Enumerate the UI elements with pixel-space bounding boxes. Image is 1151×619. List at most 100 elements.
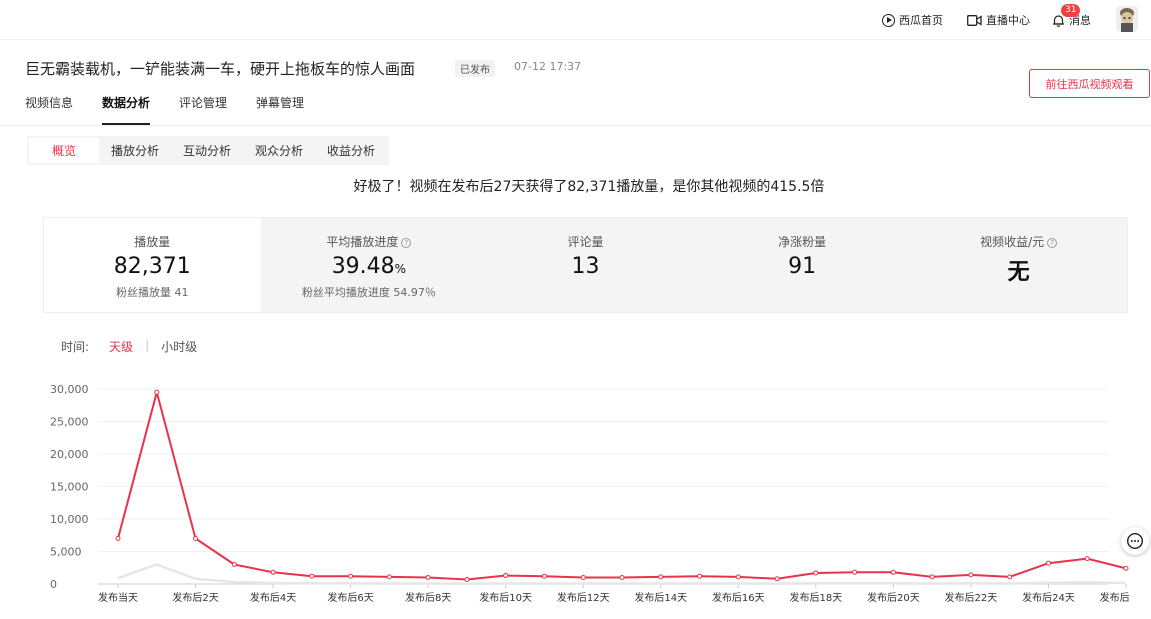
y-tick-label: 15,000 [50, 481, 89, 494]
video-title: 巨无霸装载机，一铲能装满一车，硬开上拖板车的惊人画面 [25, 60, 416, 78]
x-tick-label: 发布后14天 [634, 591, 687, 604]
metric-label: 平均播放进度? [261, 233, 478, 250]
option-hourly[interactable]: 小时级 [161, 338, 197, 355]
publish-datetime: 07-12 17:37 [514, 60, 582, 73]
performance-headline: 好极了！视频在发布后27天获得了82,371播放量，是你其他视频的415.5倍 [353, 179, 825, 195]
metric-label: 净涨粉量 [778, 235, 827, 249]
x-tick-label: 发布后8天 [405, 591, 451, 604]
daily-plays-line-chart: 30,000 25,000 20,000 15,000 10,000 5,000 0 发布当天… [50, 383, 1130, 604]
avatar[interactable] [1116, 6, 1138, 32]
help-icon[interactable]: ? [1047, 238, 1058, 248]
analysis-subtabs: 概览 播放分析 互动分析 观众分析 收益分析 [27, 136, 390, 165]
y-tick-label: 20,000 [50, 448, 89, 461]
metric-unit: % [394, 262, 407, 276]
data-point [735, 574, 741, 580]
subtab-interaction-analysis[interactable]: 互动分析 [171, 138, 243, 163]
data-point [231, 562, 237, 567]
metric-card-avg-progress[interactable]: 平均播放进度? 39.48% 粉丝平均播放进度 54.97％ [260, 218, 478, 312]
y-tick-label: 5,000 [50, 546, 82, 559]
subtab-audience-analysis[interactable]: 观众分析 [243, 138, 315, 163]
avatar-image [1120, 8, 1134, 32]
divider: | [145, 338, 150, 352]
time-granularity-select: 时间: 天级 | 小时级 [61, 338, 197, 355]
data-point [580, 575, 586, 580]
data-point [1084, 556, 1090, 562]
metric-card-revenue[interactable]: 视频收益/元? 无 [910, 218, 1127, 312]
metric-value: 39.48% [331, 254, 407, 279]
video-tabs: 视频信息 数据分析 评论管理 弹幕管理 [25, 94, 333, 125]
data-point [1007, 574, 1013, 580]
y-tick-label: 30,000 [50, 383, 89, 396]
watch-on-xigua-button[interactable]: 前往西瓜视频观看 [1029, 69, 1150, 98]
top-bar: 西瓜首页 直播中心 消息 31 [0, 0, 1151, 40]
x-tick-label: 发布后26天 [1100, 591, 1130, 604]
feedback-button[interactable] [1121, 527, 1149, 555]
metric-label: 播放量 [134, 235, 171, 249]
data-point [386, 574, 392, 580]
subtab-play-analysis[interactable]: 播放分析 [99, 138, 171, 163]
x-tick-label: 发布后12天 [557, 591, 610, 604]
data-point [348, 573, 354, 579]
y-tick-label: 10,000 [50, 513, 89, 526]
x-tick-label: 发布后20天 [867, 591, 920, 604]
data-point [813, 570, 819, 576]
help-icon[interactable]: ? [401, 238, 412, 248]
x-tick-label: 发布当天 [98, 591, 138, 604]
metric-label: 视频收益/元? [910, 233, 1127, 250]
status-badge: 已发布 [455, 60, 495, 77]
x-tick-label: 发布后24天 [1022, 591, 1075, 604]
metric-label: 评论量 [567, 235, 604, 249]
video-header: 巨无霸装载机，一铲能装满一车，硬开上拖板车的惊人画面 已发布 07-12 17:… [0, 44, 1151, 126]
data-point [425, 575, 431, 580]
data-point [115, 536, 121, 541]
subtab-revenue-analysis[interactable]: 收益分析 [315, 138, 387, 163]
x-tick-label: 发布后6天 [327, 591, 373, 604]
x-tick-label: 发布后10天 [479, 591, 532, 604]
live-center-link[interactable]: 直播中心 [967, 0, 1030, 40]
data-point [270, 569, 276, 575]
metric-value: 无 [1007, 260, 1030, 285]
tab-comment-management[interactable]: 评论管理 [179, 94, 227, 125]
series-line-secondary [117, 563, 1127, 585]
live-center-label: 直播中心 [986, 14, 1030, 27]
camera-icon [967, 14, 982, 26]
tab-danmaku-management[interactable]: 弹幕管理 [256, 94, 304, 125]
metric-sub: 粉丝平均播放进度 54.97％ [301, 286, 436, 299]
chat-bubble-icon [1126, 532, 1144, 550]
metric-value: 91 [788, 254, 817, 279]
data-point [1123, 565, 1129, 571]
data-point [503, 573, 509, 579]
data-point [697, 573, 703, 579]
xigua-home-label: 西瓜首页 [899, 14, 943, 27]
metrics-row: 播放量 82,371 粉丝播放量 41 平均播放进度? 39.48% 粉丝平均播… [43, 217, 1128, 313]
x-tick-label: 发布后4天 [250, 591, 296, 604]
data-point [929, 574, 935, 580]
metric-value: 13 [571, 254, 600, 279]
messages-count-badge: 31 [1061, 4, 1081, 17]
data-point [309, 573, 315, 579]
data-point [968, 572, 974, 578]
data-point [154, 389, 160, 395]
tab-video-info[interactable]: 视频信息 [25, 94, 73, 125]
data-point [464, 576, 470, 582]
play-circle-icon [882, 13, 895, 27]
x-tick-label: 发布后18天 [789, 591, 842, 604]
metric-value: 82,371 [113, 254, 191, 279]
option-daily[interactable]: 天级 [109, 338, 133, 355]
metric-card-net-followers[interactable]: 净涨粉量 91 [693, 218, 911, 312]
x-tick-label: 发布后16天 [712, 591, 765, 604]
metric-card-plays[interactable]: 播放量 82,371 粉丝播放量 41 [44, 218, 261, 312]
data-point [890, 569, 896, 575]
data-point [193, 536, 199, 541]
subtab-overview[interactable]: 概览 [29, 138, 99, 163]
x-tick-label: 发布后2天 [172, 591, 218, 604]
y-tick-label: 25,000 [50, 416, 89, 429]
y-tick-label: 0 [50, 578, 57, 591]
xigua-home-link[interactable]: 西瓜首页 [882, 0, 943, 40]
metric-card-comments[interactable]: 评论量 13 [477, 218, 694, 312]
tab-data-analysis[interactable]: 数据分析 [102, 94, 151, 125]
data-point [619, 575, 625, 580]
data-point [1045, 560, 1051, 566]
data-point [852, 569, 858, 575]
x-tick-label: 发布后22天 [945, 591, 998, 604]
